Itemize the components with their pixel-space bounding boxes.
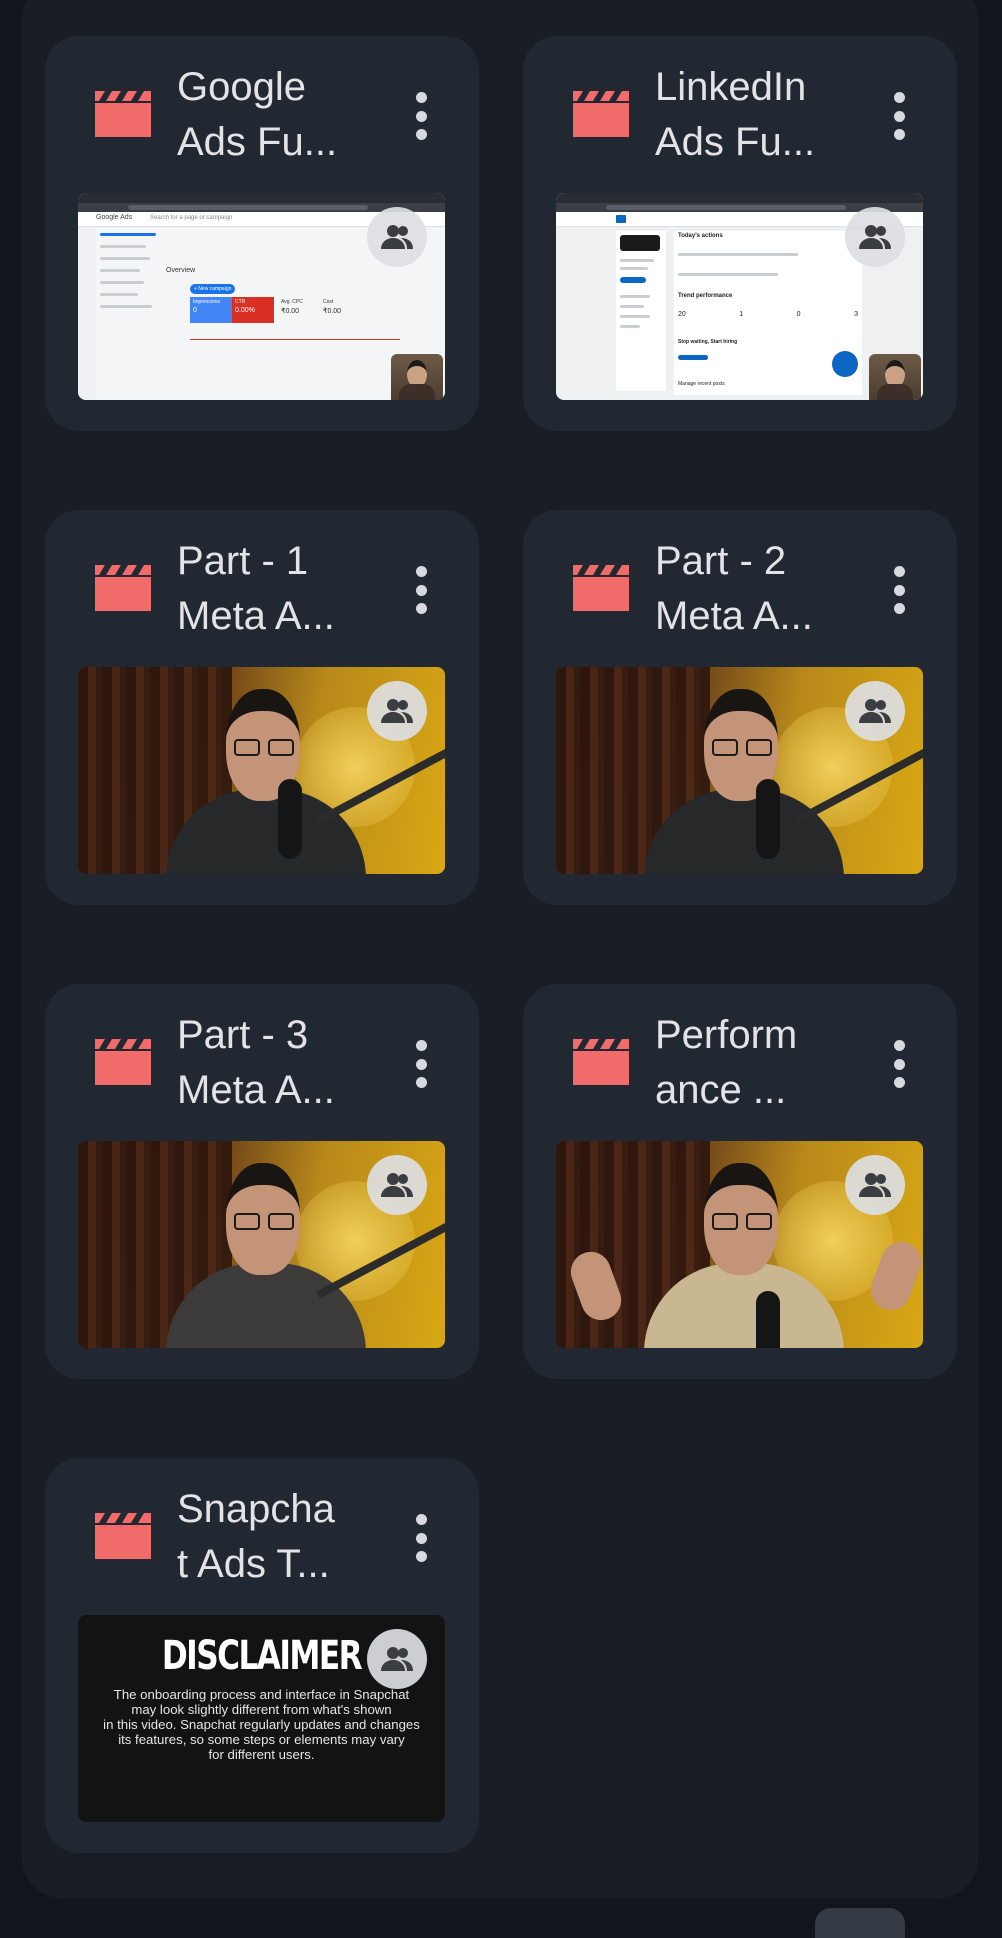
video-thumbnail[interactable] [556,667,923,874]
video-thumbnail[interactable]: Google Ads Search for a page or campaign… [78,193,445,400]
video-card[interactable]: Part - 3 Meta A... [45,984,479,1379]
people-icon [845,681,905,741]
floating-action-button[interactable] [815,1908,905,1938]
linkedin-badge-icon [832,351,858,377]
video-thumbnail[interactable] [78,667,445,874]
video-card[interactable]: Snapcha t Ads T... DISCLAIMER The onboar… [45,1458,479,1853]
clapperboard-icon [95,91,151,137]
video-card[interactable]: Perform ance ... [523,984,957,1379]
more-vert-icon[interactable] [885,1034,913,1094]
people-icon [845,1155,905,1215]
more-vert-icon[interactable] [407,1508,435,1568]
clapperboard-icon [573,565,629,611]
clapperboard-icon [95,1039,151,1085]
more-vert-icon[interactable] [407,86,435,146]
clapperboard-icon [95,565,151,611]
people-icon [367,207,427,267]
video-title: Part - 2 Meta A... [655,539,813,638]
people-icon [367,1629,427,1689]
people-icon [367,681,427,741]
video-title: LinkedIn Ads Fu... [655,65,816,164]
thumbnail-cta: Stop waiting, Start hiring [678,339,738,345]
video-title: Snapcha t Ads T... [177,1487,335,1586]
video-card[interactable]: Part - 1 Meta A... [45,510,479,905]
video-thumbnail[interactable] [556,1141,923,1348]
video-title: Part - 3 Meta A... [177,1013,335,1112]
video-card[interactable]: Google Ads Fu... Google Ads Search for a… [45,36,479,431]
more-vert-icon[interactable] [407,1034,435,1094]
disclaimer-title: DISCLAIMER [161,1633,363,1679]
webcam-overlay [869,354,921,400]
thumbnail-heading: Today's actions [678,233,723,239]
disclaimer-body: The onboarding process and interface in … [103,1687,420,1762]
thumbnail-section: Overview [166,267,196,274]
more-vert-icon[interactable] [885,86,913,146]
video-card[interactable]: LinkedIn Ads Fu... Today's actions Trend… [523,36,957,431]
clapperboard-icon [573,91,629,137]
clapperboard-icon [95,1513,151,1559]
video-thumbnail[interactable] [78,1141,445,1348]
thumbnail-app-name: Google Ads [96,214,133,221]
video-thumbnail[interactable]: DISCLAIMER The onboarding process and in… [78,1615,445,1822]
people-icon [367,1155,427,1215]
thumbnail-new-campaign: + New campaign [190,284,236,294]
video-thumbnail[interactable]: Today's actions Trend performance 20 1 0 3 … [556,193,923,400]
video-title: Part - 1 Meta A... [177,539,335,638]
more-vert-icon[interactable] [885,560,913,620]
people-icon [845,207,905,267]
thumbnail-footer: Manage recent posts [678,381,725,387]
thumbnail-stats: 20 1 0 3 [678,311,858,318]
more-vert-icon[interactable] [407,560,435,620]
thumbnail-performance: Trend performance [678,293,733,299]
clapperboard-icon [573,1039,629,1085]
video-title: Perform ance ... [655,1013,798,1112]
webcam-overlay [391,354,443,400]
thumbnail-search: Search for a page or campaign [150,215,233,221]
video-title: Google Ads Fu... [177,65,338,164]
video-card[interactable]: Part - 2 Meta A... [523,510,957,905]
